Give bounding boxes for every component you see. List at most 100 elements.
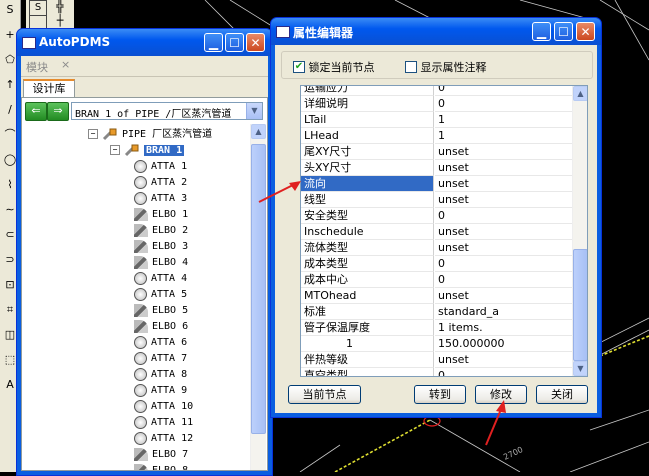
combo-dropdown-button[interactable]: ▼ xyxy=(246,103,262,119)
tree-item[interactable]: ATTA 1 xyxy=(134,159,187,175)
tree-item[interactable]: ATTA 5 xyxy=(134,287,187,303)
autopdms-titlebar[interactable]: AutoPDMS ▁ ☐ ✕ xyxy=(17,29,272,56)
scroll-up-button[interactable]: ▲ xyxy=(251,124,266,139)
close-button[interactable]: ✕ xyxy=(576,22,595,41)
property-row[interactable]: 流向 unset xyxy=(301,176,573,192)
tree-item-label: ELBO 7 xyxy=(152,449,189,460)
property-value[interactable]: unset xyxy=(435,288,573,304)
property-row[interactable]: Inschedule unset xyxy=(301,224,573,240)
property-value[interactable]: 0 xyxy=(435,256,573,272)
cross-icon[interactable]: ┼ xyxy=(52,15,68,27)
lock-node-checkbox[interactable]: ✔ 锁定当前节点 xyxy=(293,59,375,75)
property-row[interactable]: 管子保温厚度 1 items. xyxy=(301,320,573,336)
frame-icon[interactable] xyxy=(29,15,47,29)
plus-icon[interactable]: ╬ xyxy=(52,0,68,14)
property-row[interactable]: 伴热等级 unset xyxy=(301,352,573,368)
property-row[interactable]: MTOhead unset xyxy=(301,288,573,304)
close-button[interactable]: ✕ xyxy=(246,33,265,52)
property-grid[interactable]: 运输应力 0 详细说明 0 LTail 1 LHead 1 尾XY尺寸 unset 头XY尺寸 uns… xyxy=(300,85,588,377)
property-value[interactable]: 0 xyxy=(435,368,573,376)
property-row[interactable]: 成本类型 0 xyxy=(301,256,573,272)
property-value[interactable]: 0 xyxy=(435,272,573,288)
tree-item[interactable]: ATTA 12 xyxy=(134,431,193,447)
tree-item[interactable]: ATTA 2 xyxy=(134,175,187,191)
property-value[interactable]: 1 xyxy=(435,112,573,128)
property-row[interactable]: 安全类型 0 xyxy=(301,208,573,224)
tree-item[interactable]: − PIPE 厂区蒸汽管道 xyxy=(88,127,212,143)
property-row[interactable]: 头XY尺寸 unset xyxy=(301,160,573,176)
minimize-button[interactable]: ▁ xyxy=(532,22,551,41)
maximize-button[interactable]: ☐ xyxy=(225,33,244,52)
property-row[interactable]: 尾XY尺寸 unset xyxy=(301,144,573,160)
property-scrollbar[interactable]: ▲ ▼ xyxy=(572,86,587,376)
property-value[interactable]: 1 xyxy=(435,128,573,144)
tree-item[interactable]: ATTA 6 xyxy=(134,335,187,351)
property-value[interactable]: unset xyxy=(435,160,573,176)
property-value[interactable]: unset xyxy=(435,176,573,192)
property-value[interactable]: unset xyxy=(435,352,573,368)
current-node-button[interactable]: 当前节点 xyxy=(288,385,361,404)
property-value[interactable]: unset xyxy=(435,192,573,208)
scroll-thumb[interactable] xyxy=(573,249,587,361)
tree-item-label: ATTA 12 xyxy=(151,433,194,444)
property-value[interactable]: standard_a xyxy=(435,304,573,320)
tree-item[interactable]: ATTA 10 xyxy=(134,399,193,415)
tree-item[interactable]: ELBO 1 xyxy=(134,207,188,223)
tree-item[interactable]: ELBO 3 xyxy=(134,239,188,255)
maximize-button[interactable]: ☐ xyxy=(554,22,573,41)
tree-item[interactable]: ELBO 4 xyxy=(134,255,188,271)
property-row[interactable]: 详细说明 0 xyxy=(301,96,573,112)
tree-item[interactable]: ATTA 4 xyxy=(134,271,187,287)
property-row[interactable]: 标准 standard_a xyxy=(301,304,573,320)
tree-item[interactable]: ELBO 5 xyxy=(134,303,188,319)
forward-arrow-button[interactable]: ⇒ xyxy=(47,102,69,121)
tab-design-library[interactable]: 设计库 xyxy=(23,79,75,97)
tree-item[interactable]: ELBO 2 xyxy=(134,223,188,239)
property-row[interactable]: LHead 1 xyxy=(301,128,573,144)
tree-item[interactable]: ATTA 7 xyxy=(134,351,187,367)
goto-button[interactable]: 转到 xyxy=(414,385,466,404)
property-value[interactable]: 150.000000 xyxy=(435,336,573,352)
property-row[interactable]: 直空类型 0 xyxy=(301,368,573,376)
tree-item[interactable]: ELBO 8 xyxy=(134,463,188,470)
property-row[interactable]: 成本中心 0 xyxy=(301,272,573,288)
back-arrow-button[interactable]: ⇐ xyxy=(25,102,47,121)
property-value[interactable]: unset xyxy=(435,224,573,240)
module-close-icon[interactable]: × xyxy=(61,58,70,71)
property-value[interactable]: unset xyxy=(435,240,573,256)
collapse-toggle-icon[interactable]: − xyxy=(88,129,98,139)
autopdms-window[interactable]: AutoPDMS ▁ ☐ ✕ 模块 × 设计库 ⇐ ⇒ BRAN 1 of PI… xyxy=(16,28,273,476)
collapse-toggle-icon[interactable]: − xyxy=(110,145,120,155)
tree-item[interactable]: ATTA 11 xyxy=(134,415,193,431)
property-editor-titlebar[interactable]: 属性编辑器 ▁ ☐ ✕ xyxy=(271,18,601,45)
property-row[interactable]: 流体类型 unset xyxy=(301,240,573,256)
hierarchy-tree[interactable]: − PIPE 厂区蒸汽管道 − BRAN 1 ATTA 1 ATTA 2 ATTA 3 ELB… xyxy=(24,124,248,470)
property-value[interactable]: 0 xyxy=(435,96,573,112)
combo-value: BRAN 1 of PIPE /厂区蒸汽管道 xyxy=(75,109,232,120)
tree-item[interactable]: ELBO 7 xyxy=(134,447,188,463)
scroll-up-button[interactable]: ▲ xyxy=(573,86,587,101)
minimize-button[interactable]: ▁ xyxy=(204,33,223,52)
property-row[interactable]: 1 150.000000 xyxy=(301,336,573,352)
property-value[interactable]: 0 xyxy=(435,208,573,224)
snap-icon[interactable]: S xyxy=(2,2,18,18)
show-notes-check[interactable] xyxy=(405,61,417,73)
close-dialog-button[interactable]: 关闭 xyxy=(536,385,588,404)
scroll-down-button[interactable]: ▼ xyxy=(573,361,587,376)
property-value[interactable]: 0 xyxy=(435,86,573,96)
tree-item[interactable]: ATTA 8 xyxy=(134,367,187,383)
element-combo[interactable]: BRAN 1 of PIPE /厂区蒸汽管道 ▼ xyxy=(71,102,263,120)
property-row[interactable]: 线型 unset xyxy=(301,192,573,208)
snap-icon[interactable]: S xyxy=(29,0,47,16)
tree-item[interactable]: − BRAN 1 xyxy=(110,143,185,159)
lock-node-check[interactable]: ✔ xyxy=(293,61,305,73)
tree-item[interactable]: ELBO 6 xyxy=(134,319,188,335)
show-notes-checkbox[interactable]: 显示属性注释 xyxy=(405,59,487,75)
property-value[interactable]: unset xyxy=(435,144,573,160)
property-value[interactable]: 1 items. xyxy=(435,320,573,336)
property-row[interactable]: LTail 1 xyxy=(301,112,573,128)
property-editor-window[interactable]: 属性编辑器 ▁ ☐ ✕ ✔ 锁定当前节点 显示属性注释 运输应力 0 详细说明 0 LT… xyxy=(270,17,602,418)
tree-item[interactable]: ATTA 3 xyxy=(134,191,187,207)
property-row[interactable]: 运输应力 0 xyxy=(301,86,573,96)
tree-item[interactable]: ATTA 9 xyxy=(134,383,187,399)
